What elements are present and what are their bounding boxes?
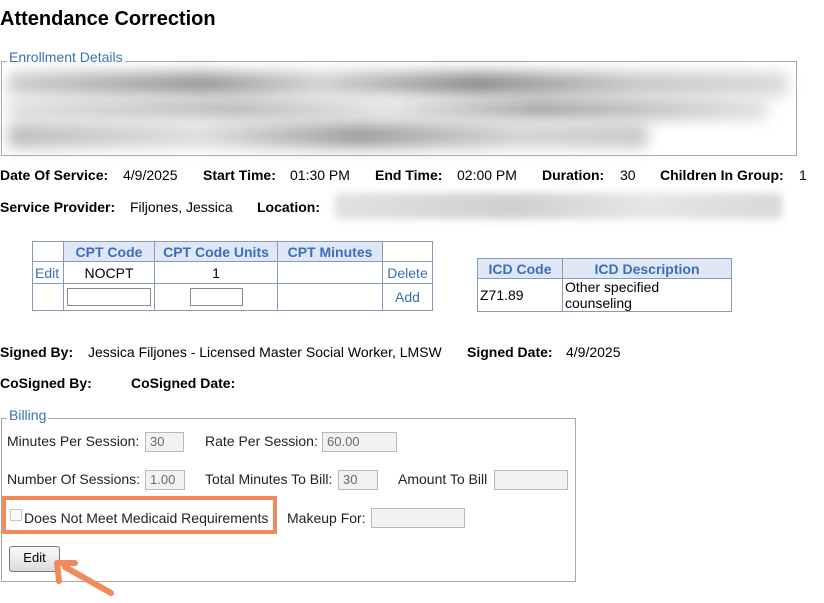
cpt-units-input[interactable]	[189, 288, 243, 306]
cpt-header-action	[382, 241, 433, 262]
table-row: Edit NOCPT 1 Delete	[32, 261, 433, 284]
cosigned-date-label: CoSigned Date:	[131, 375, 236, 391]
icd-code-cell: Z71.89	[477, 278, 563, 312]
service-provider-value: Filjones, Jessica	[130, 199, 233, 215]
icd-description-cell: Other specified counseling	[562, 278, 732, 312]
number-of-sessions-label: Number Of Sessions:	[7, 471, 141, 487]
cpt-code-input[interactable]	[67, 288, 151, 306]
table-row: Z71.89 Other specified counseling	[477, 278, 732, 312]
amount-to-bill-field	[494, 470, 568, 490]
start-time-value: 01:30 PM	[290, 167, 350, 183]
cpt-table: CPT Code CPT Code Units CPT Minutes Edit…	[32, 241, 433, 311]
table-row: Add	[32, 283, 433, 311]
pointer-arrow-icon	[54, 560, 114, 596]
cpt-header-minutes: CPT Minutes	[277, 241, 383, 262]
date-of-service-label: Date Of Service:	[0, 167, 109, 183]
cpt-header-blank	[32, 241, 64, 262]
cpt-units-cell: 1	[154, 261, 278, 284]
cpt-new-minutes-cell	[277, 283, 383, 311]
rate-per-session-label: Rate Per Session:	[205, 433, 318, 449]
signed-by-label: Signed By:	[0, 344, 74, 360]
total-minutes-field: 30	[338, 470, 378, 490]
makeup-for-label: Makeup For:	[287, 510, 366, 526]
billing-legend: Billing	[7, 407, 49, 423]
icd-header-code: ICD Code	[477, 258, 563, 279]
cpt-header-units: CPT Code Units	[154, 241, 278, 262]
service-provider-label: Service Provider:	[0, 199, 116, 215]
minutes-per-session-label: Minutes Per Session:	[7, 433, 140, 449]
medicaid-checkbox[interactable]	[10, 509, 22, 521]
signed-date-value: 4/9/2025	[566, 344, 621, 360]
cpt-add-link[interactable]: Add	[382, 283, 433, 311]
icd-table: ICD Code ICD Description Z71.89 Other sp…	[477, 258, 732, 312]
cpt-header-code: CPT Code	[63, 241, 155, 262]
amount-to-bill-label: Amount To Bill	[398, 471, 488, 487]
makeup-for-field	[371, 508, 465, 528]
children-in-group-value: 1	[799, 167, 807, 183]
medicaid-checkbox-label: Does Not Meet Medicaid Requirements	[24, 510, 269, 526]
end-time-label: End Time:	[375, 167, 443, 183]
date-of-service-value: 4/9/2025	[123, 167, 178, 183]
page-title: Attendance Correction	[0, 8, 216, 30]
enrollment-details-legend: Enrollment Details	[7, 49, 125, 65]
cpt-new-blank	[32, 283, 64, 311]
signed-by-value: Jessica Filjones - Licensed Master Socia…	[88, 344, 442, 360]
children-in-group-label: Children In Group:	[660, 167, 784, 183]
end-time-value: 02:00 PM	[457, 167, 517, 183]
cpt-code-cell: NOCPT	[63, 261, 155, 284]
signed-date-label: Signed Date:	[467, 344, 553, 360]
cpt-delete-link[interactable]: Delete	[382, 261, 433, 284]
duration-label: Duration:	[542, 167, 605, 183]
duration-value: 30	[620, 167, 636, 183]
number-of-sessions-field: 1.00	[145, 470, 185, 490]
total-minutes-label: Total Minutes To Bill:	[205, 471, 333, 487]
cpt-edit-link[interactable]: Edit	[32, 261, 64, 284]
icd-header-description: ICD Description	[562, 258, 732, 279]
location-redacted	[334, 193, 782, 219]
rate-per-session-field: 60.00	[322, 432, 397, 452]
cosigned-by-label: CoSigned By:	[0, 375, 92, 391]
cpt-minutes-cell	[277, 261, 383, 284]
location-label: Location:	[257, 199, 320, 215]
minutes-per-session-field: 30	[145, 432, 184, 452]
start-time-label: Start Time:	[203, 167, 276, 183]
